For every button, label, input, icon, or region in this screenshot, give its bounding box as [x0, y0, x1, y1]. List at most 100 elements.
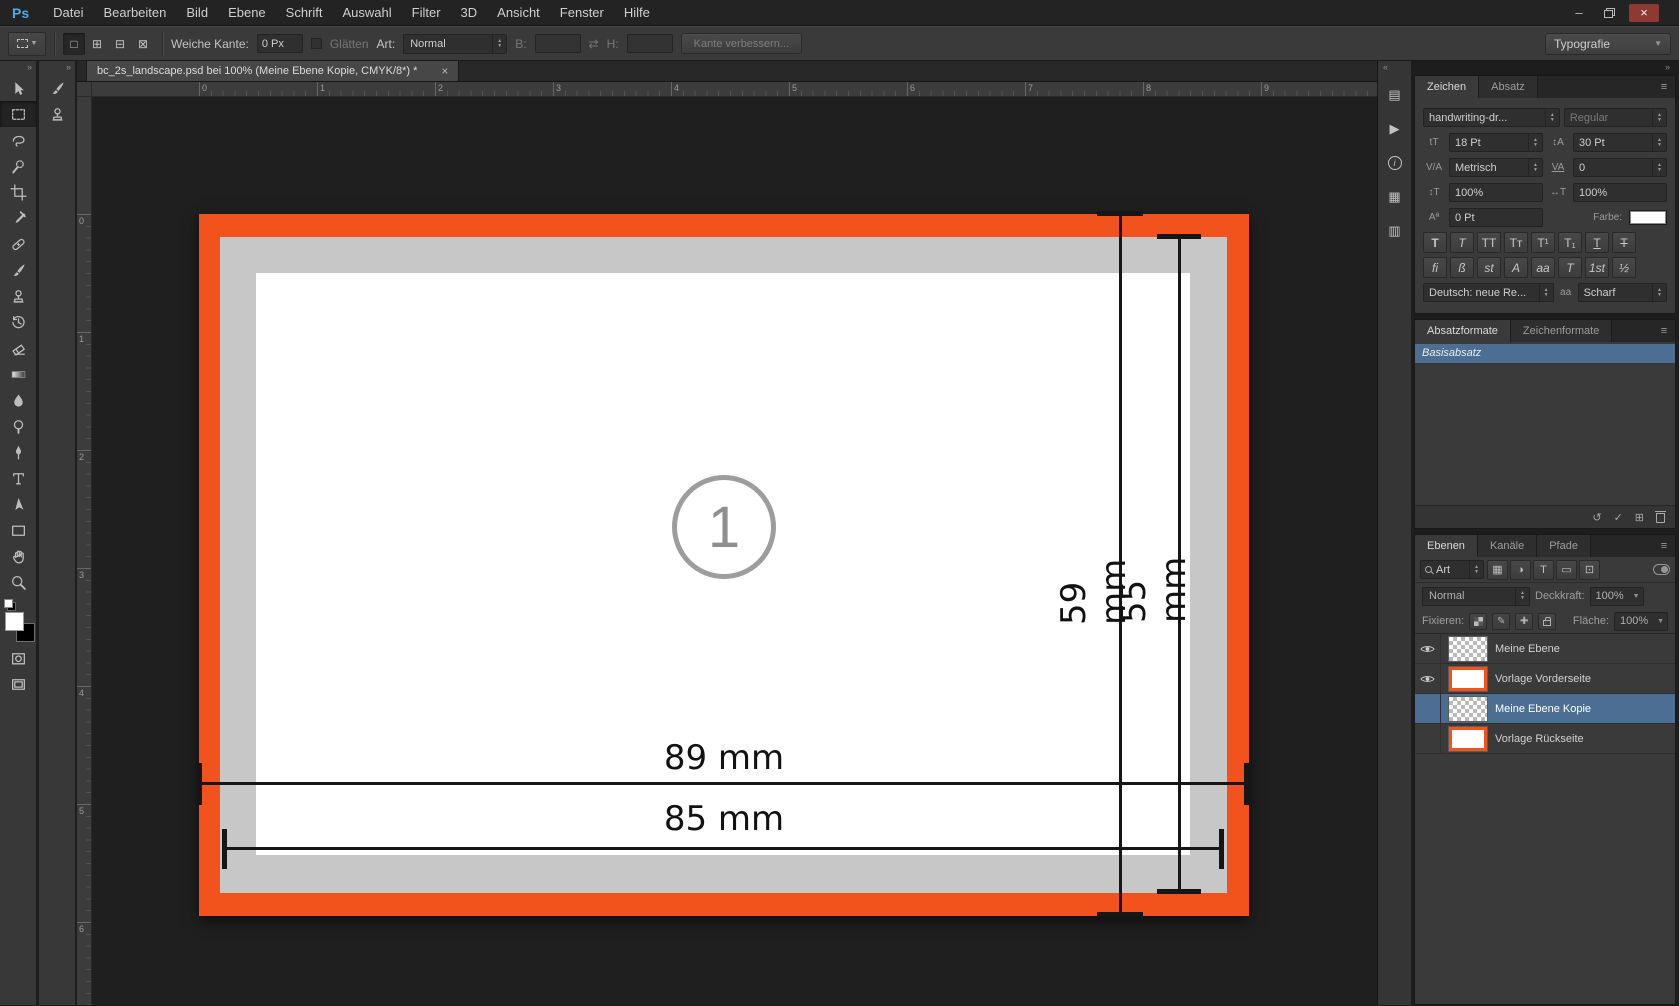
hand-tool[interactable] — [0, 543, 37, 569]
faux-bold-button[interactable]: T — [1423, 232, 1447, 253]
tab-kanaele[interactable]: Kanäle — [1478, 535, 1537, 557]
standard-ligatures-button[interactable]: fi — [1423, 257, 1447, 278]
histogram-panel-icon[interactable]: ▥ — [1381, 217, 1409, 245]
tab-zeichenformate[interactable]: Zeichenformate — [1511, 320, 1612, 342]
kerning-dropdown[interactable]: Metrisch▲▼ — [1449, 158, 1543, 177]
font-style-dropdown[interactable]: Regular▲▼ — [1564, 108, 1667, 127]
tool-preset-picker[interactable]: ▼ — [8, 32, 46, 56]
stylistic-alternates-button[interactable]: aa — [1531, 257, 1555, 278]
feather-input[interactable] — [257, 34, 303, 53]
ordinals-button[interactable]: 1st — [1585, 257, 1609, 278]
clear-override-icon[interactable]: ✓ — [1614, 511, 1623, 524]
leading-dropdown[interactable]: 30 Pt▲▼ — [1573, 133, 1667, 152]
foreground-color-swatch[interactable] — [5, 612, 24, 631]
menu-item[interactable]: Hilfe — [614, 5, 660, 20]
collapse-chevron-icon[interactable]: » — [39, 61, 75, 75]
layer-row[interactable]: Vorlage Rückseite — [1415, 724, 1675, 754]
vertical-ruler[interactable]: 0123456 — [77, 97, 92, 1005]
crop-tool[interactable] — [0, 179, 37, 205]
brush-presets-panel-icon[interactable] — [39, 75, 76, 101]
blur-tool[interactable] — [0, 387, 37, 413]
tab-absatz[interactable]: Absatz — [1479, 76, 1538, 98]
actions-panel-icon[interactable]: ▶ — [1381, 115, 1409, 143]
filter-shape-layers-icon[interactable]: ▭ — [1556, 560, 1577, 580]
path-selection-tool[interactable] — [0, 491, 37, 517]
lock-all-button[interactable] — [1538, 613, 1556, 630]
antialias-dropdown[interactable]: Scharf▲▼ — [1578, 283, 1667, 302]
menu-item[interactable]: Filter — [402, 5, 451, 20]
tab-zeichen[interactable]: Zeichen — [1415, 76, 1479, 98]
horizontal-ruler[interactable]: 0123456789 — [92, 82, 1377, 97]
layer-thumbnail[interactable] — [1448, 696, 1488, 722]
rectangular-marquee-tool[interactable] — [0, 101, 37, 127]
ruler-origin-corner[interactable] — [77, 82, 92, 97]
faux-italic-button[interactable]: T — [1450, 232, 1474, 253]
layer-visibility-toggle[interactable] — [1415, 634, 1441, 663]
pen-tool[interactable] — [0, 439, 37, 465]
language-dropdown[interactable]: Deutsch: neue Re...▲▼ — [1423, 283, 1554, 302]
collapse-chevron-icon[interactable]: » — [0, 61, 36, 75]
antialias-checkbox[interactable] — [311, 38, 322, 49]
swap-dimensions-icon[interactable]: ⇄ — [589, 37, 599, 51]
tab-pfade[interactable]: Pfade — [1537, 535, 1591, 557]
dodge-tool[interactable] — [0, 413, 37, 439]
menu-item[interactable]: Ansicht — [487, 5, 550, 20]
menu-item[interactable]: Bild — [176, 5, 218, 20]
titling-alternates-button[interactable]: T — [1558, 257, 1582, 278]
panel-menu-icon[interactable]: ≡ — [1653, 535, 1675, 557]
minimize-button[interactable]: – — [1568, 5, 1590, 20]
height-input[interactable] — [627, 34, 673, 53]
collapse-dock-chevron-icon[interactable]: » — [1414, 61, 1676, 75]
underline-button[interactable]: T — [1585, 232, 1609, 253]
info-panel-icon[interactable]: i — [1381, 149, 1409, 177]
menu-item[interactable]: Bearbeiten — [93, 5, 176, 20]
layer-row[interactable]: Meine Ebene — [1415, 634, 1675, 664]
menu-item[interactable]: Fenster — [550, 5, 614, 20]
width-input[interactable] — [535, 34, 581, 53]
opacity-field[interactable]: 100%▼ — [1590, 587, 1644, 606]
expand-panels-chevron-icon[interactable]: « — [1378, 61, 1411, 75]
filter-type-layers-icon[interactable]: T — [1533, 560, 1554, 580]
layer-visibility-toggle[interactable] — [1415, 664, 1441, 693]
history-brush-tool[interactable] — [0, 309, 37, 335]
workspace-switcher[interactable]: Typografie ▼ — [1545, 33, 1671, 55]
clone-stamp-tool[interactable] — [0, 283, 37, 309]
intersect-selection-button[interactable]: ⊠ — [132, 33, 154, 55]
fractions-button[interactable]: ½ — [1612, 257, 1636, 278]
swatches-panel-icon[interactable]: ▦ — [1381, 183, 1409, 211]
quick-mask-button[interactable] — [0, 645, 37, 671]
contextual-alternates-button[interactable]: ß — [1450, 257, 1474, 278]
lasso-tool[interactable] — [0, 127, 37, 153]
style-dropdown[interactable]: Normal ▲▼ — [403, 34, 507, 54]
fill-field[interactable]: 100%▼ — [1614, 612, 1668, 631]
layer-visibility-toggle[interactable] — [1415, 724, 1441, 753]
text-color-swatch[interactable] — [1629, 210, 1667, 225]
clone-source-panel-icon[interactable] — [39, 101, 76, 127]
filter-smart-objects-icon[interactable]: ⊡ — [1579, 560, 1600, 580]
rectangle-shape-tool[interactable] — [0, 517, 37, 543]
filter-pixel-layers-icon[interactable]: ▦ — [1487, 560, 1508, 580]
close-tab-icon[interactable]: × — [441, 64, 448, 78]
tab-ebenen[interactable]: Ebenen — [1415, 535, 1478, 557]
add-to-selection-button[interactable]: ⊞ — [86, 33, 108, 55]
close-button[interactable]: × — [1629, 4, 1659, 22]
refine-edge-button[interactable]: Kante verbessern... — [681, 33, 802, 54]
layer-thumbnail[interactable] — [1448, 726, 1488, 752]
lock-image-pixels-button[interactable]: ✎ — [1492, 613, 1510, 630]
layer-filter-dropdown[interactable]: Art ▲▼ — [1420, 560, 1484, 579]
default-colors-icon[interactable] — [4, 599, 16, 611]
layer-row[interactable]: Meine Ebene Kopie — [1415, 694, 1675, 724]
menu-item[interactable]: Datei — [43, 5, 93, 20]
redefine-style-icon[interactable]: ↺ — [1592, 511, 1601, 524]
panel-menu-icon[interactable]: ≡ — [1653, 320, 1675, 342]
menu-item[interactable]: Schrift — [276, 5, 333, 20]
horizontal-scale-field[interactable]: 100% — [1573, 183, 1667, 202]
screen-mode-button[interactable] — [0, 671, 37, 697]
layer-visibility-toggle[interactable] — [1415, 694, 1441, 723]
menu-item[interactable]: Ebene — [218, 5, 276, 20]
menu-item[interactable]: Auswahl — [333, 5, 402, 20]
subscript-button[interactable]: T₁ — [1558, 232, 1582, 253]
lock-transparent-pixels-button[interactable] — [1469, 613, 1487, 630]
tracking-dropdown[interactable]: 0▲▼ — [1573, 158, 1667, 177]
brush-tool[interactable] — [0, 257, 37, 283]
